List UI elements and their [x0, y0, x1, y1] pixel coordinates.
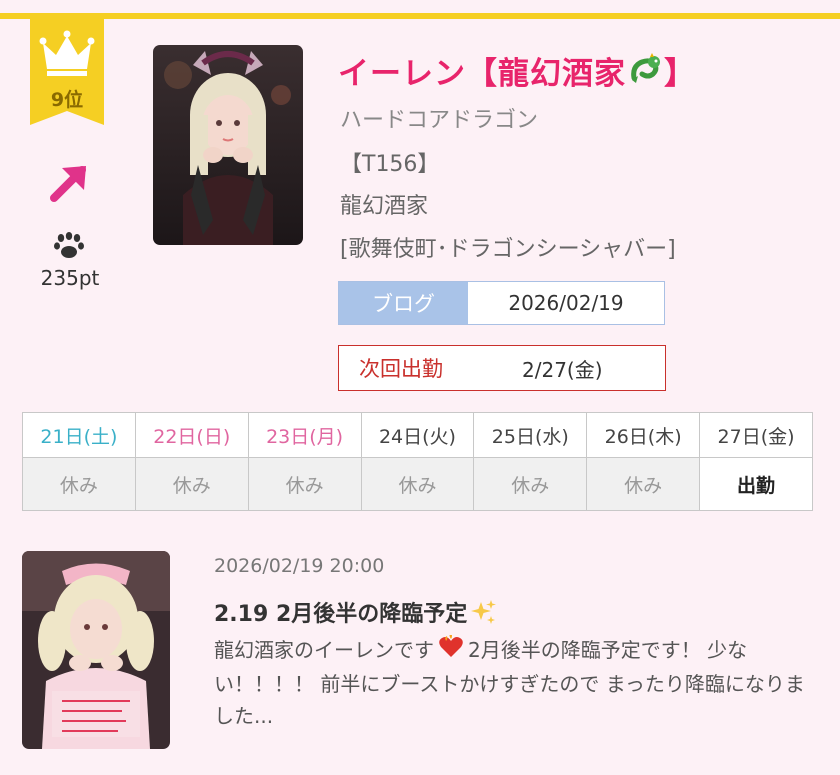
schedule-day: 23日(月) [247, 412, 362, 458]
schedule-status: 休み [360, 457, 475, 511]
next-shift-box: 次回出勤 2/27(金) [338, 345, 666, 391]
next-shift-label: 次回出勤 [359, 357, 443, 381]
height-label: 【T156】 [340, 152, 440, 177]
schedule-day: 27日(金) [699, 412, 813, 458]
post-timestamp: 2026/02/19 20:00 [214, 555, 385, 577]
schedule-status: 出勤 [699, 457, 813, 511]
schedule-day: 21日(土) [22, 412, 136, 458]
area-label[interactable]: [歌舞伎町･ドラゴンシーシャバー] [340, 231, 676, 263]
points-value: 235pt [40, 266, 100, 290]
next-shift-value: 2/27(金) [522, 357, 603, 382]
schedule-day: 22日(日) [134, 412, 249, 458]
blog-link[interactable]: ブログ 2026/02/19 [338, 281, 665, 325]
post-excerpt: 龍幻酒家のイーレンです 2月後半の降臨予定です！ 少ない！！！！ 前半にブースト… [214, 633, 824, 732]
schedule-status: 休み [134, 457, 249, 511]
schedule-status: 休み [247, 457, 362, 511]
cast-name[interactable]: イーレン【龍幻酒家 】 [338, 48, 696, 94]
rank-label: 9位 [50, 89, 84, 111]
blog-date: 2026/02/19 [508, 291, 624, 315]
store-name[interactable]: 龍幻酒家 [340, 188, 428, 220]
schedule-status: 休み [586, 457, 701, 511]
post-excerpt-start: 龍幻酒家のイーレンです [214, 638, 434, 662]
schedule-day: 26日(木) [586, 412, 701, 458]
cast-photo[interactable] [153, 45, 303, 245]
blog-thumbnail[interactable] [22, 551, 170, 749]
blog-label: ブログ [339, 282, 468, 324]
schedule-status: 休み [473, 457, 588, 511]
catchphrase: ハードコアドラゴン [340, 108, 539, 133]
cast-name-text: イーレン【龍幻酒家 [338, 56, 626, 92]
post-title-text: 2.19 2月後半の降臨予定 [214, 602, 468, 627]
up-right-arrow-icon [48, 162, 90, 208]
rank-badge: 9位 [30, 19, 104, 125]
schedule-day: 24日(火) [360, 412, 475, 458]
paw-icon [53, 232, 85, 264]
sparkles-icon [469, 598, 497, 632]
schedule-status: 休み [22, 457, 136, 511]
schedule-day: 25日(水) [473, 412, 588, 458]
top-accent-bar [0, 13, 840, 19]
dragon-icon [628, 52, 662, 94]
cast-name-suffix: 】 [664, 56, 696, 92]
post-title[interactable]: 2.19 2月後半の降臨予定 [214, 596, 497, 632]
heart-on-fire-icon [438, 633, 464, 668]
schedule-table: 21日(土) 22日(日) 23日(月) 24日(火) 25日(水) 26日(木… [22, 412, 813, 511]
